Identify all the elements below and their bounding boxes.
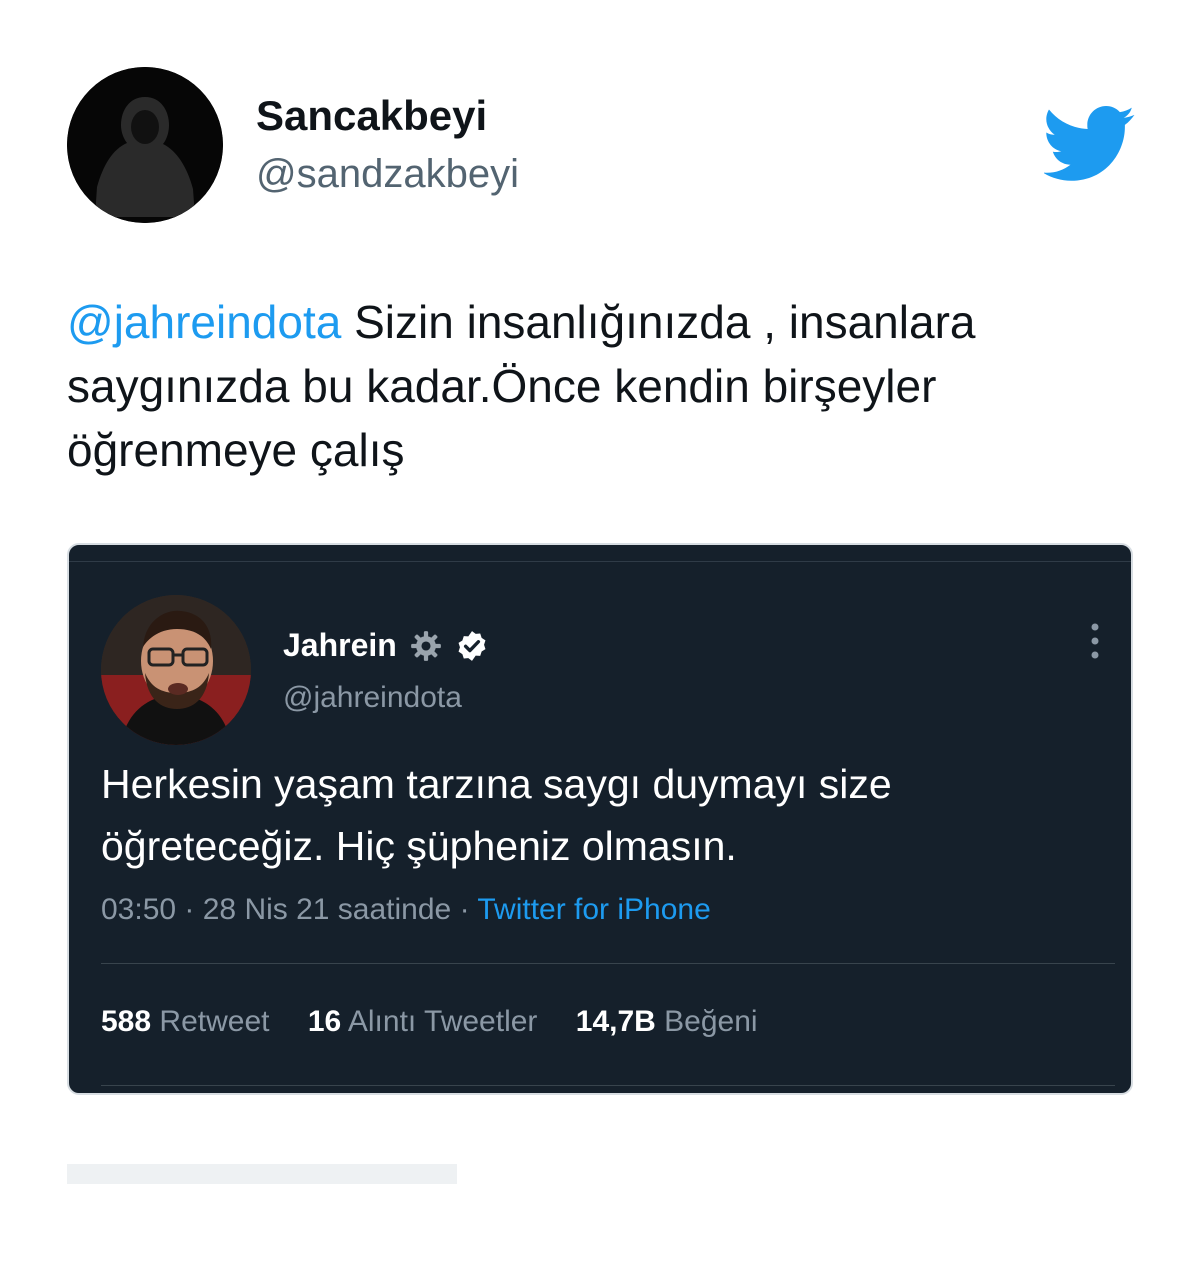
quotes-count: 16 <box>307 1005 342 1038</box>
quoted-source-link[interactable]: Twitter for iPhone <box>477 893 710 926</box>
stats-divider-top <box>101 963 1115 964</box>
stats-divider-bottom <box>101 1085 1115 1086</box>
quoted-timestamp[interactable]: 03:50 · 28 Nis 21 saatinde · <box>101 893 477 926</box>
likes-label: Beğeni <box>664 1005 758 1038</box>
quotes-stat[interactable]: 16 Alıntı Tweetler <box>308 1005 538 1038</box>
quoted-metadata: 03:50 · 28 Nis 21 saatinde · Twitter for… <box>101 893 711 927</box>
author-handle[interactable]: @sandzakbeyi <box>256 152 519 197</box>
quoted-tweet-text: Herkesin yaşam tarzına saygı duymayı siz… <box>101 761 892 869</box>
likes-count: 14,7B <box>575 1005 656 1038</box>
verified-badge-icon <box>458 631 486 661</box>
card-top-divider <box>69 561 1131 562</box>
quoted-stats: 588 Retweet 16 Alıntı Tweetler 14,7B Beğ… <box>101 1005 788 1039</box>
quoted-tweet-card[interactable]: Jahrein @jahreindota Herkesin yaşam tarz… <box>67 543 1133 1095</box>
quoted-handle[interactable]: @jahreindota <box>283 681 462 715</box>
retweets-stat[interactable]: 588 Retweet <box>101 1005 269 1038</box>
retweets-label: Retweet <box>159 1005 270 1038</box>
gear-icon <box>411 631 441 661</box>
likes-stat[interactable]: 14,7B Beğeni <box>576 1005 758 1038</box>
tweet-body: @jahreindota Sizin insanlığınızda , insa… <box>67 290 1107 482</box>
twitter-bird-icon <box>1044 106 1135 181</box>
quotes-label: Alıntı Tweetler <box>347 1005 538 1038</box>
faded-footer-text <box>67 1158 457 1184</box>
author-display-name[interactable]: Sancakbeyi <box>256 92 487 140</box>
quoted-display-name[interactable]: Jahrein <box>283 627 397 664</box>
more-options-icon[interactable] <box>1083 621 1107 661</box>
author-avatar[interactable] <box>67 67 223 223</box>
quoted-author-avatar[interactable] <box>101 595 251 745</box>
tweet-screenshot: Sancakbeyi @sandzakbeyi @jahreindota Siz… <box>0 0 1200 1272</box>
retweets-count: 588 <box>101 1005 152 1038</box>
mention-link[interactable]: @jahreindota <box>67 296 341 348</box>
